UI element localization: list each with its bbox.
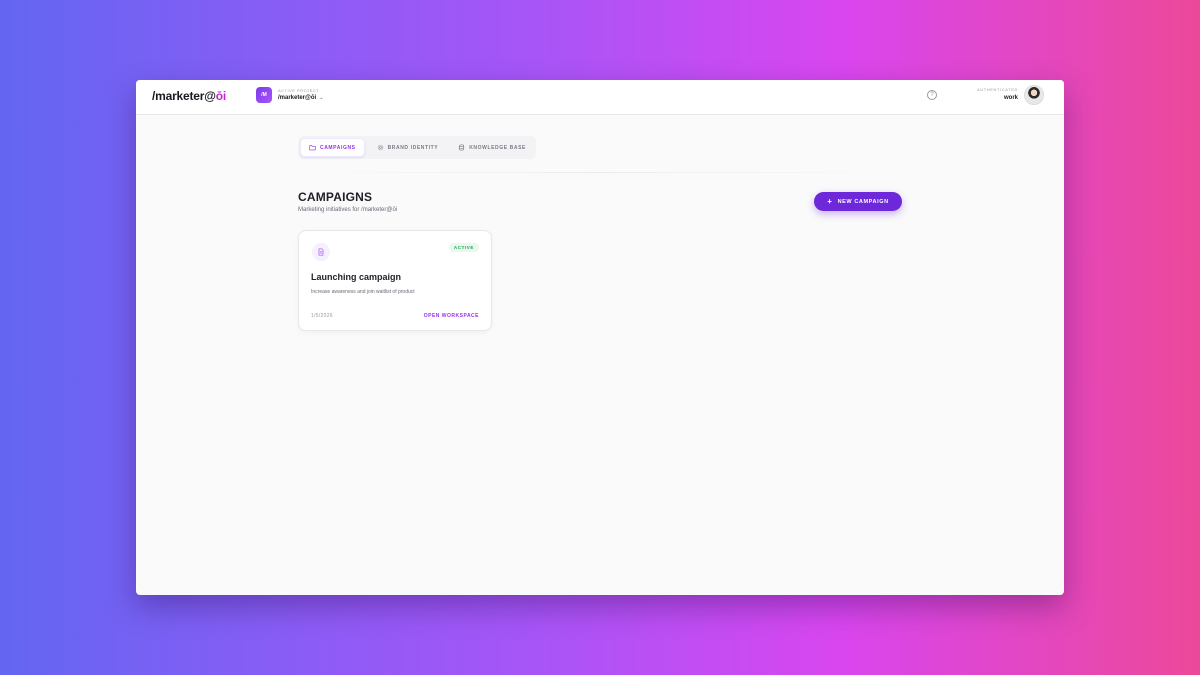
gear-icon	[377, 144, 383, 151]
avatar[interactable]	[1024, 85, 1044, 105]
logo-accent: ōi	[215, 89, 227, 103]
tab-knowledge-base[interactable]: KNOWLEDGE BASE	[450, 139, 534, 156]
tab-brand-identity[interactable]: BRAND IDENTITY	[369, 139, 447, 156]
open-workspace-link[interactable]: OPEN WORKSPACE	[424, 313, 479, 319]
plus-icon: +	[827, 196, 833, 206]
document-icon	[312, 243, 330, 261]
status-badge: ACTIVE	[448, 243, 479, 252]
app-logo[interactable]: /marketer@ōi	[152, 89, 226, 103]
campaign-date: 1/5/2026	[311, 313, 333, 319]
campaign-card[interactable]: ACTIVE Launching campaign Increase aware…	[298, 230, 492, 331]
tab-label: BRAND IDENTITY	[387, 144, 439, 151]
auth-user: work	[1003, 95, 1018, 101]
project-name-text: /marketer@ōi	[278, 95, 317, 101]
top-bar: /marketer@ōi /M ACTIVE PROJECT /marketer…	[136, 80, 1064, 115]
page-subtitle: Marketing initiatives for /marketer@ōi	[298, 207, 398, 213]
campaign-title: Launching campaign	[311, 272, 402, 282]
chevron-down-icon: ⌄	[319, 94, 324, 101]
logo-text: /marketer@	[152, 89, 216, 103]
project-label: ACTIVE PROJECT	[278, 88, 320, 93]
project-text: ACTIVE PROJECT /marketer@ōi ⌄	[278, 88, 323, 102]
tab-label: KNOWLEDGE BASE	[469, 144, 526, 151]
new-campaign-label: NEW CAMPAIGN	[837, 198, 889, 205]
help-icon[interactable]: ?	[927, 90, 937, 100]
campaign-description: Increase awareness and join waitlist of …	[311, 289, 415, 295]
app-window: /marketer@ōi /M ACTIVE PROJECT /marketer…	[136, 80, 1064, 595]
auth-info: AUTHENTICATED work	[976, 87, 1018, 102]
tab-label: CAMPAIGNS	[320, 144, 356, 151]
tab-bar: CAMPAIGNS BRAND IDENTITY KNOWLEDGE BASE	[298, 136, 536, 159]
project-switcher[interactable]: /M ACTIVE PROJECT /marketer@ōi ⌄	[256, 87, 323, 103]
divider	[298, 172, 902, 173]
auth-label: AUTHENTICATED	[976, 87, 1018, 92]
project-name: /marketer@ōi ⌄	[278, 95, 323, 101]
folder-icon	[309, 145, 316, 151]
page-heading: CAMPAIGNS Marketing initiatives for /mar…	[298, 190, 397, 213]
project-badge: /M	[256, 87, 272, 103]
database-icon	[459, 144, 465, 151]
page-title: CAMPAIGNS	[298, 190, 373, 204]
new-campaign-button[interactable]: + NEW CAMPAIGN	[814, 192, 902, 211]
tab-campaigns[interactable]: CAMPAIGNS	[300, 138, 365, 157]
